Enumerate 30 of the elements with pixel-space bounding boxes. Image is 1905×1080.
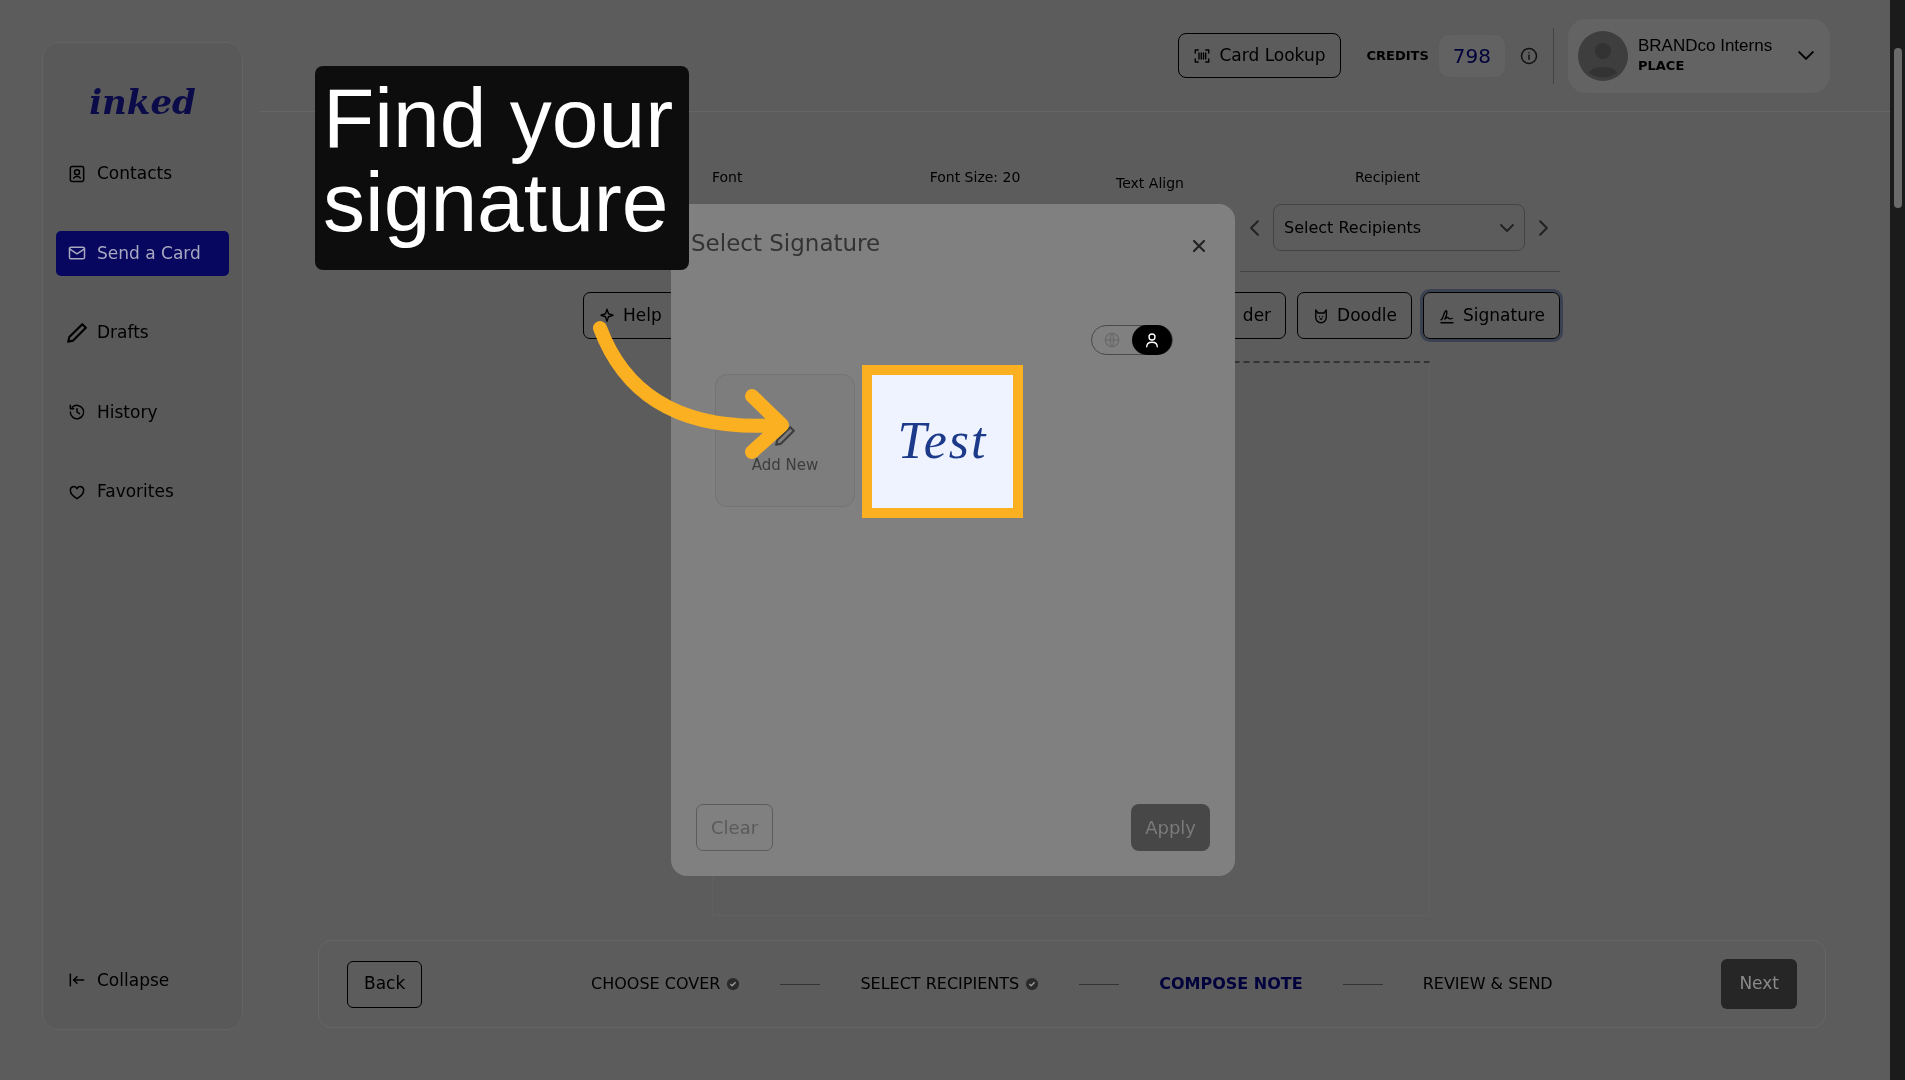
tool-button[interactable]: Doodle bbox=[1297, 292, 1412, 339]
step-label: REVIEW & SEND bbox=[1422, 973, 1553, 995]
user-name: BRANDco Interns bbox=[1638, 35, 1773, 56]
dialog-title: Select Signature bbox=[691, 229, 881, 258]
step-label: COMPOSE NOTE bbox=[1159, 973, 1303, 995]
step-label: SELECT RECIPIENTS bbox=[860, 972, 1040, 996]
back-button[interactable]: Back bbox=[347, 960, 423, 1008]
sidebar-item[interactable]: Contacts bbox=[56, 151, 229, 197]
user-role: PLACE bbox=[1638, 56, 1686, 75]
tool-button[interactable]: Signature bbox=[1423, 292, 1560, 339]
credits-label: CREDITS bbox=[1366, 46, 1429, 65]
recipient-dropdown[interactable]: Select Recipients bbox=[1273, 204, 1525, 251]
sidebar-item[interactable]: History bbox=[56, 389, 229, 435]
credits-count: 798 bbox=[1438, 34, 1505, 77]
sidebar-item[interactable]: Send a Card bbox=[56, 230, 229, 276]
card-lookup-button[interactable]: Card Lookup bbox=[1178, 32, 1341, 79]
user-menu[interactable]: BRANDco Interns PLACE bbox=[1568, 18, 1830, 93]
step-label: CHOOSE COVER bbox=[591, 972, 741, 996]
callout-text: Find your signature bbox=[315, 66, 689, 270]
next-button[interactable]: Next bbox=[1721, 959, 1797, 1009]
collapse-button[interactable]: Collapse bbox=[56, 957, 229, 1003]
sidebar-item[interactable]: Drafts bbox=[56, 310, 229, 356]
signature-card[interactable]: Test bbox=[862, 364, 1023, 518]
sidebar-item[interactable]: Favorites bbox=[56, 469, 229, 515]
field-label: Font bbox=[712, 168, 743, 187]
field-label: Text Align bbox=[1116, 174, 1184, 193]
signature-text: Test bbox=[897, 411, 988, 471]
field-label: Recipient bbox=[1354, 168, 1421, 187]
field-label: Font Size: 20 bbox=[929, 168, 1021, 187]
logo: inked bbox=[89, 85, 196, 119]
